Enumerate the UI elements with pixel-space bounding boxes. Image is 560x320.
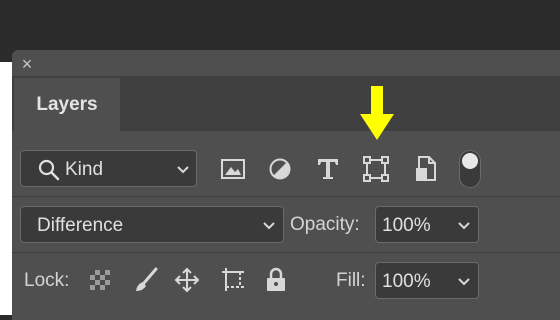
chevron-down-icon (458, 278, 470, 286)
filter-kind-label: Kind (65, 159, 104, 180)
pixel-layer-filter-icon[interactable] (219, 155, 247, 183)
opacity-input[interactable]: 100% (375, 206, 455, 243)
lock-transparent-pixels-icon[interactable] (86, 266, 114, 294)
toggle-knob (462, 153, 478, 169)
filter-toggle-switch[interactable] (459, 150, 481, 188)
filter-kind-dropdown[interactable]: Kind (20, 150, 197, 187)
blend-mode-value: Difference (37, 215, 124, 236)
close-panel-button[interactable]: × (18, 54, 36, 74)
blend-mode-dropdown[interactable]: Difference (20, 206, 284, 243)
opacity-label: Opacity: (290, 214, 360, 235)
annotation-arrow-icon (360, 86, 394, 140)
opacity-value: 100% (382, 215, 431, 236)
fill-input[interactable]: 100% (375, 262, 455, 299)
fill-value: 100% (382, 271, 431, 292)
row-divider (12, 252, 560, 253)
type-layer-filter-icon[interactable] (314, 155, 342, 183)
search-icon (38, 159, 60, 181)
smart-object-filter-icon[interactable] (412, 155, 440, 183)
opacity-slider-button[interactable] (451, 206, 479, 243)
chevron-down-icon (177, 166, 189, 174)
adjustment-layer-filter-icon[interactable] (266, 155, 294, 183)
lock-label: Lock: (24, 270, 70, 291)
lock-artboard-icon[interactable] (219, 266, 247, 294)
chevron-down-icon (458, 222, 470, 230)
chevron-down-icon (263, 222, 275, 230)
shape-layer-filter-icon[interactable] (362, 155, 390, 183)
row-divider (12, 196, 560, 197)
fill-label: Fill: (336, 270, 366, 291)
lock-image-pixels-icon[interactable] (132, 266, 160, 294)
lock-position-icon[interactable] (173, 266, 201, 294)
lock-all-icon[interactable] (262, 266, 290, 294)
tab-layers[interactable]: Layers (14, 78, 120, 132)
fill-slider-button[interactable] (451, 262, 479, 299)
